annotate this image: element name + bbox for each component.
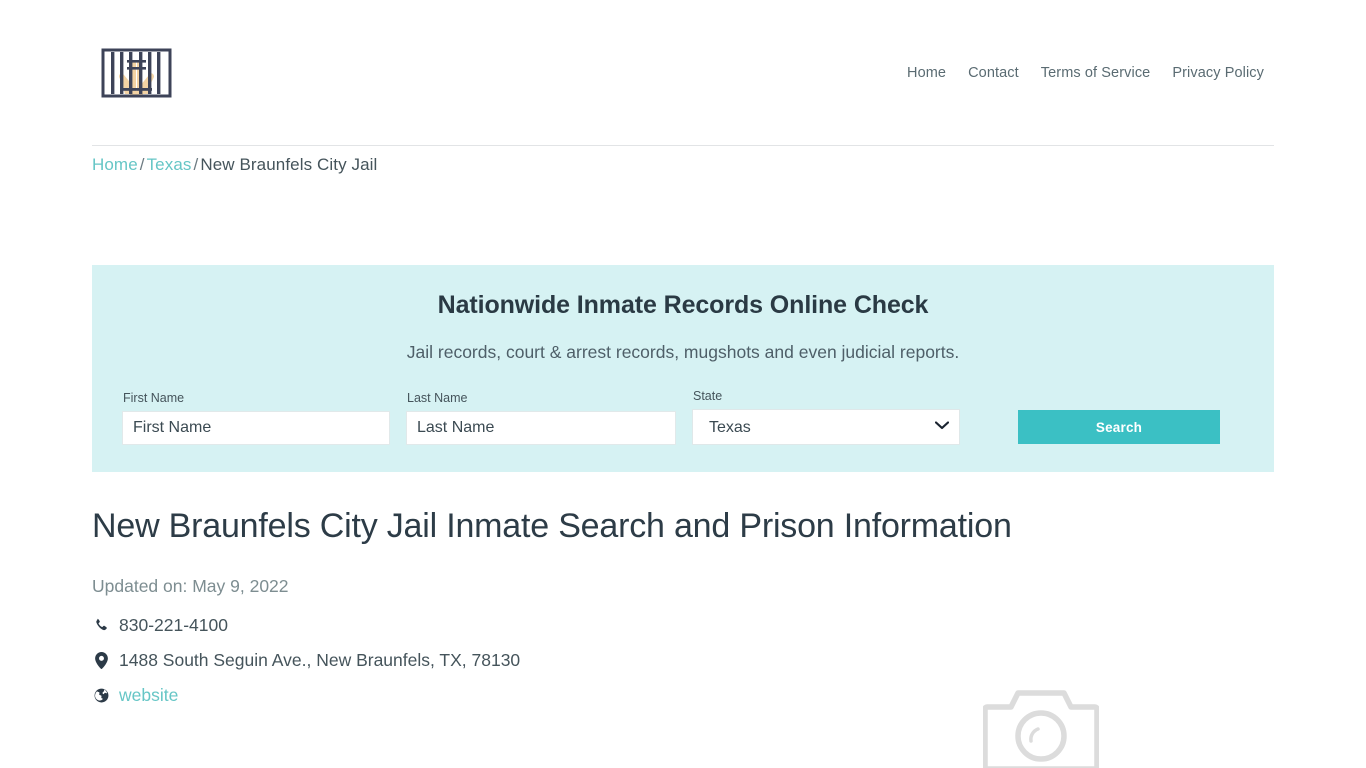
state-field-group: State Texas [692, 389, 960, 445]
last-name-input[interactable] [406, 411, 676, 445]
website-link[interactable]: website [119, 685, 178, 706]
page-title: New Braunfels City Jail Inmate Search an… [92, 507, 1012, 545]
breadcrumb-separator: / [193, 155, 199, 174]
search-panel-title: Nationwide Inmate Records Online Check [437, 291, 929, 319]
site-header: Home Contact Terms of Service Privacy Po… [92, 0, 1274, 146]
detail-phone: 830-221-4100 [92, 608, 1274, 643]
nav-link-home[interactable]: Home [907, 65, 946, 81]
breadcrumb-link-home[interactable]: Home [92, 155, 138, 174]
breadcrumb-current: New Braunfels City Jail [200, 155, 378, 174]
first-name-input[interactable] [122, 411, 390, 445]
search-button[interactable]: Search [1018, 410, 1220, 444]
state-label: State [693, 389, 723, 403]
phone-icon [92, 618, 111, 633]
globe-icon [92, 688, 111, 703]
main-navigation: Home Contact Terms of Service Privacy Po… [907, 65, 1274, 81]
page-root: Home Contact Terms of Service Privacy Po… [0, 0, 1366, 768]
address-text: 1488 South Seguin Ave., New Braunfels, T… [119, 650, 521, 670]
breadcrumb: Home / Texas / New Braunfels City Jail [92, 155, 1274, 175]
search-panel-subtitle: Jail records, court & arrest records, mu… [406, 342, 960, 362]
detail-address: 1488 South Seguin Ave., New Braunfels, T… [92, 643, 1274, 678]
last-name-field-group: Last Name [406, 391, 676, 445]
state-select-wrap: Texas [692, 409, 960, 445]
nav-link-privacy-policy[interactable]: Privacy Policy [1172, 65, 1264, 81]
first-name-label: First Name [123, 391, 185, 405]
nav-link-contact[interactable]: Contact [968, 65, 1019, 81]
breadcrumb-link-texas[interactable]: Texas [147, 155, 192, 174]
updated-date: Updated on: May 9, 2022 [92, 576, 289, 596]
nav-link-terms-of-service[interactable]: Terms of Service [1041, 65, 1151, 81]
inmate-search-form: First Name Last Name State Texas Se [122, 389, 1244, 445]
jail-bars-logo [101, 48, 172, 97]
camera-placeholder-icon [982, 683, 1100, 768]
breadcrumb-separator: / [139, 155, 145, 174]
map-pin-icon [92, 652, 111, 669]
phone-number: 830-221-4100 [119, 615, 228, 635]
last-name-label: Last Name [407, 391, 468, 405]
site-logo-link[interactable] [92, 39, 179, 107]
inmate-search-panel: Nationwide Inmate Records Online Check J… [92, 265, 1274, 472]
state-select[interactable]: Texas [692, 409, 960, 445]
first-name-field-group: First Name [122, 391, 390, 445]
